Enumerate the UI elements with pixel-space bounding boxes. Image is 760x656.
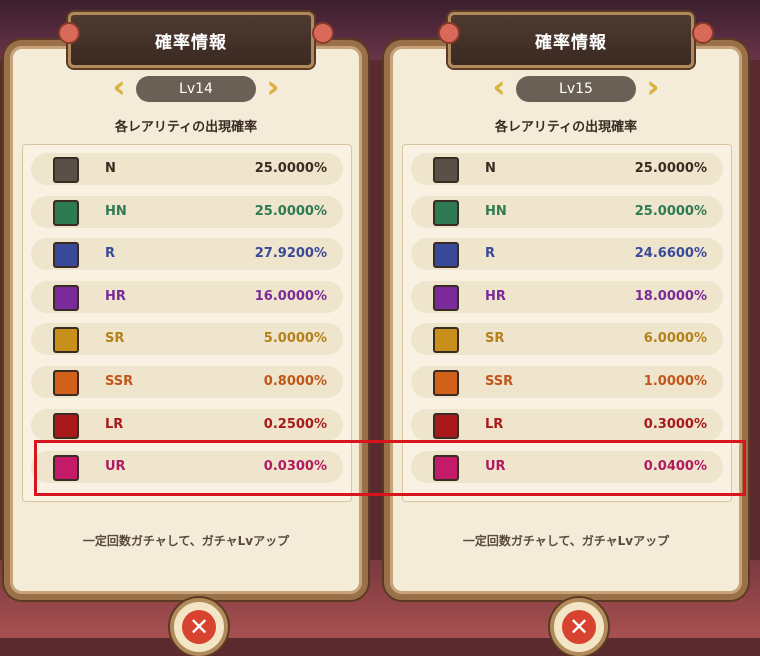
rarity-color-swatch	[53, 284, 79, 311]
rarity-name: R	[485, 246, 496, 262]
rarity-color-swatch	[53, 157, 79, 183]
panel-title: 確率情報	[448, 12, 694, 68]
rarity-probability: 25.0000%	[254, 203, 327, 219]
close-icon: ✕	[182, 610, 216, 644]
rarity-color-swatch	[53, 199, 79, 226]
level-label: Lv15	[516, 76, 636, 102]
rarity-name: HR	[485, 288, 506, 304]
next-level-chevron-icon[interactable]: ›	[642, 73, 664, 104]
rarity-probability: 25.0000%	[634, 161, 707, 176]
panel-title: 確率情報	[68, 12, 314, 68]
berry-ornament-icon	[438, 22, 460, 44]
rarity-row-lr: LR 0.3000%	[411, 408, 723, 441]
rarity-name: HR	[105, 288, 126, 304]
rarity-name: HN	[105, 203, 127, 219]
rarity-color-swatch	[433, 370, 459, 396]
berry-ornament-icon	[692, 22, 714, 44]
rarity-row-r: R 27.9200%	[31, 238, 343, 271]
rarity-probability: 5.0000%	[263, 331, 327, 347]
rarity-probability: 0.8000%	[263, 374, 327, 389]
rarity-color-swatch	[433, 412, 459, 439]
gacha-level-note: 一定回数ガチャして、ガチャLvアップ	[82, 534, 290, 548]
rarity-row-r: R 24.6600%	[411, 238, 723, 271]
rarity-row-hr: HR 18.0000%	[411, 280, 723, 313]
rarity-row-sr: SR 5.0000%	[31, 323, 343, 356]
rarity-color-swatch	[433, 199, 459, 226]
rarity-probability: 24.6600%	[634, 246, 707, 262]
next-level-chevron-icon[interactable]: ›	[262, 73, 284, 104]
rarity-name: N	[485, 161, 496, 176]
rarity-name: HN	[485, 203, 507, 219]
rarity-row-hr: HR 16.0000%	[31, 280, 343, 313]
rarity-probability: 0.2500%	[263, 416, 327, 432]
close-icon: ✕	[562, 610, 596, 644]
rarity-name: SR	[105, 331, 125, 347]
rarity-row-lr: LR 0.2500%	[31, 408, 343, 441]
rarity-row-n: N 25.0000%	[31, 153, 343, 185]
rarity-probability: 18.0000%	[634, 288, 707, 304]
rarity-name: SSR	[485, 374, 514, 389]
berry-ornament-icon	[58, 22, 80, 44]
rarity-color-swatch	[53, 412, 79, 439]
rarity-name: LR	[485, 416, 504, 432]
rarity-name: LR	[105, 416, 124, 432]
rarity-color-swatch	[433, 157, 459, 183]
level-selector: ‹ Lv14 ›	[10, 73, 362, 104]
level-label: Lv14	[136, 76, 256, 102]
prev-level-chevron-icon[interactable]: ‹	[488, 73, 510, 104]
close-button[interactable]: ✕	[170, 598, 228, 656]
berry-ornament-icon	[312, 22, 334, 44]
rarity-name: SSR	[105, 374, 134, 389]
probability-panel-1: 確率情報 ‹ Lv14 › 各レアリティの出現確率 N 25.0000% HN …	[4, 12, 368, 656]
rarity-probability-heading: 各レアリティの出現確率	[494, 120, 638, 135]
rarity-probability: 25.0000%	[634, 203, 707, 219]
rarity-row-ssr: SSR 0.8000%	[31, 366, 343, 398]
rarity-row-hn: HN 25.0000%	[411, 195, 723, 228]
rarity-probability: 25.0000%	[254, 161, 327, 176]
rarity-probability: 0.3000%	[643, 416, 707, 432]
rarity-probability-heading: 各レアリティの出現確率	[114, 120, 258, 135]
rarity-row-hn: HN 25.0000%	[31, 195, 343, 228]
rarity-row-sr: SR 6.0000%	[411, 323, 723, 356]
gacha-level-note: 一定回数ガチャして、ガチャLvアップ	[462, 534, 670, 548]
level-selector: ‹ Lv15 ›	[390, 73, 742, 104]
rarity-color-swatch	[53, 242, 79, 269]
rarity-probability: 27.9200%	[254, 246, 327, 262]
rarity-row-n: N 25.0000%	[411, 153, 723, 185]
rarity-color-swatch	[433, 284, 459, 311]
rarity-color-swatch	[433, 327, 459, 354]
rarity-row-ssr: SSR 1.0000%	[411, 366, 723, 398]
ur-row-highlight	[34, 440, 746, 496]
close-button[interactable]: ✕	[550, 598, 608, 656]
rarity-name: SR	[485, 331, 505, 347]
rarity-name: R	[105, 246, 116, 262]
rarity-color-swatch	[53, 370, 79, 396]
rarity-probability: 6.0000%	[643, 331, 707, 347]
rarity-probability: 1.0000%	[643, 374, 707, 389]
prev-level-chevron-icon[interactable]: ‹	[108, 73, 130, 104]
rarity-color-swatch	[53, 327, 79, 354]
rarity-probability: 16.0000%	[254, 288, 327, 304]
rarity-name: N	[105, 161, 116, 176]
rarity-color-swatch	[433, 242, 459, 269]
probability-panel-2: 確率情報 ‹ Lv15 › 各レアリティの出現確率 N 25.0000% HN …	[384, 12, 748, 656]
